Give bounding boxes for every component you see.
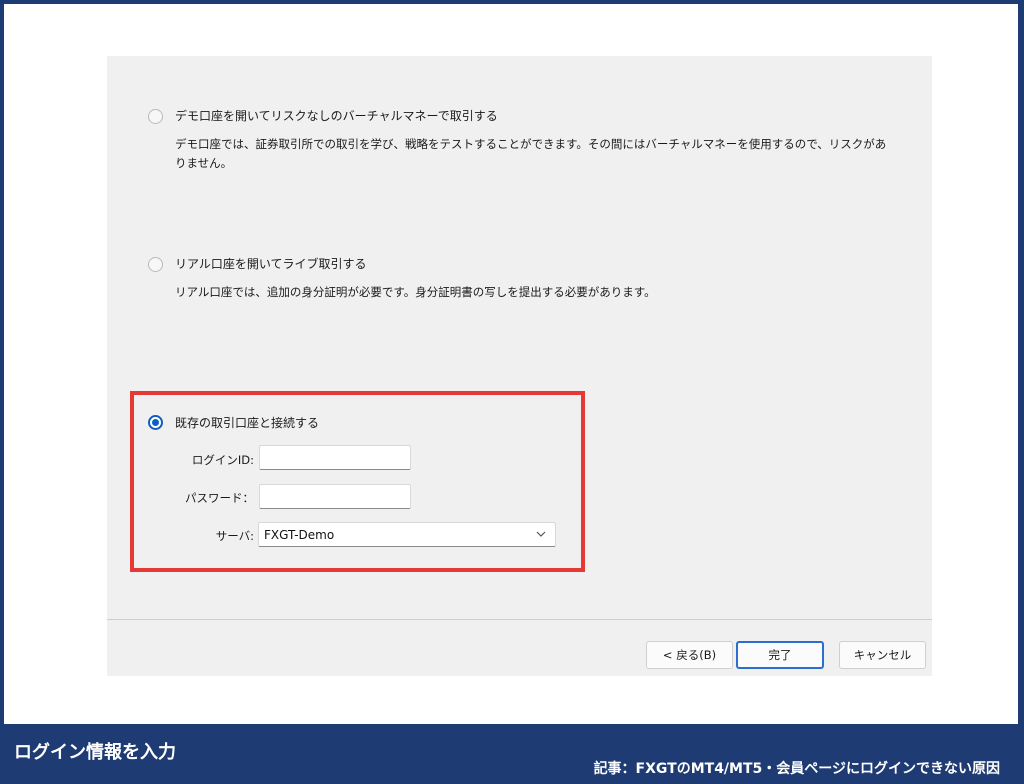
footer-divider: [107, 619, 932, 620]
caption-article: 記事：FXGTのMT4/MT5・会員ページにログインできない原因: [593, 761, 1000, 777]
radio-real-account[interactable]: [148, 257, 163, 272]
option-demo-title: デモ口座を開いてリスクなしのバーチャルマネーで取引する: [175, 109, 498, 123]
account-setup-dialog: デモ口座を開いてリスクなしのバーチャルマネーで取引する デモ口座では、証券取引所…: [107, 56, 932, 676]
back-button[interactable]: < 戻る(B): [646, 641, 733, 669]
highlight-box: [130, 391, 585, 572]
finish-button[interactable]: 完了: [736, 641, 824, 669]
option-real-title: リアル口座を開いてライブ取引する: [175, 257, 367, 271]
option-real-description: リアル口座では、追加の身分証明が必要です。身分証明書の写しを提出する必要がありま…: [175, 285, 656, 299]
cancel-button[interactable]: キャンセル: [839, 641, 926, 669]
caption-title: ログイン情報を入力: [14, 742, 176, 763]
option-demo-description: デモ口座では、証券取引所での取引を学び、戦略をテストすることができます。その間に…: [175, 137, 887, 170]
radio-demo-account[interactable]: [148, 109, 163, 124]
